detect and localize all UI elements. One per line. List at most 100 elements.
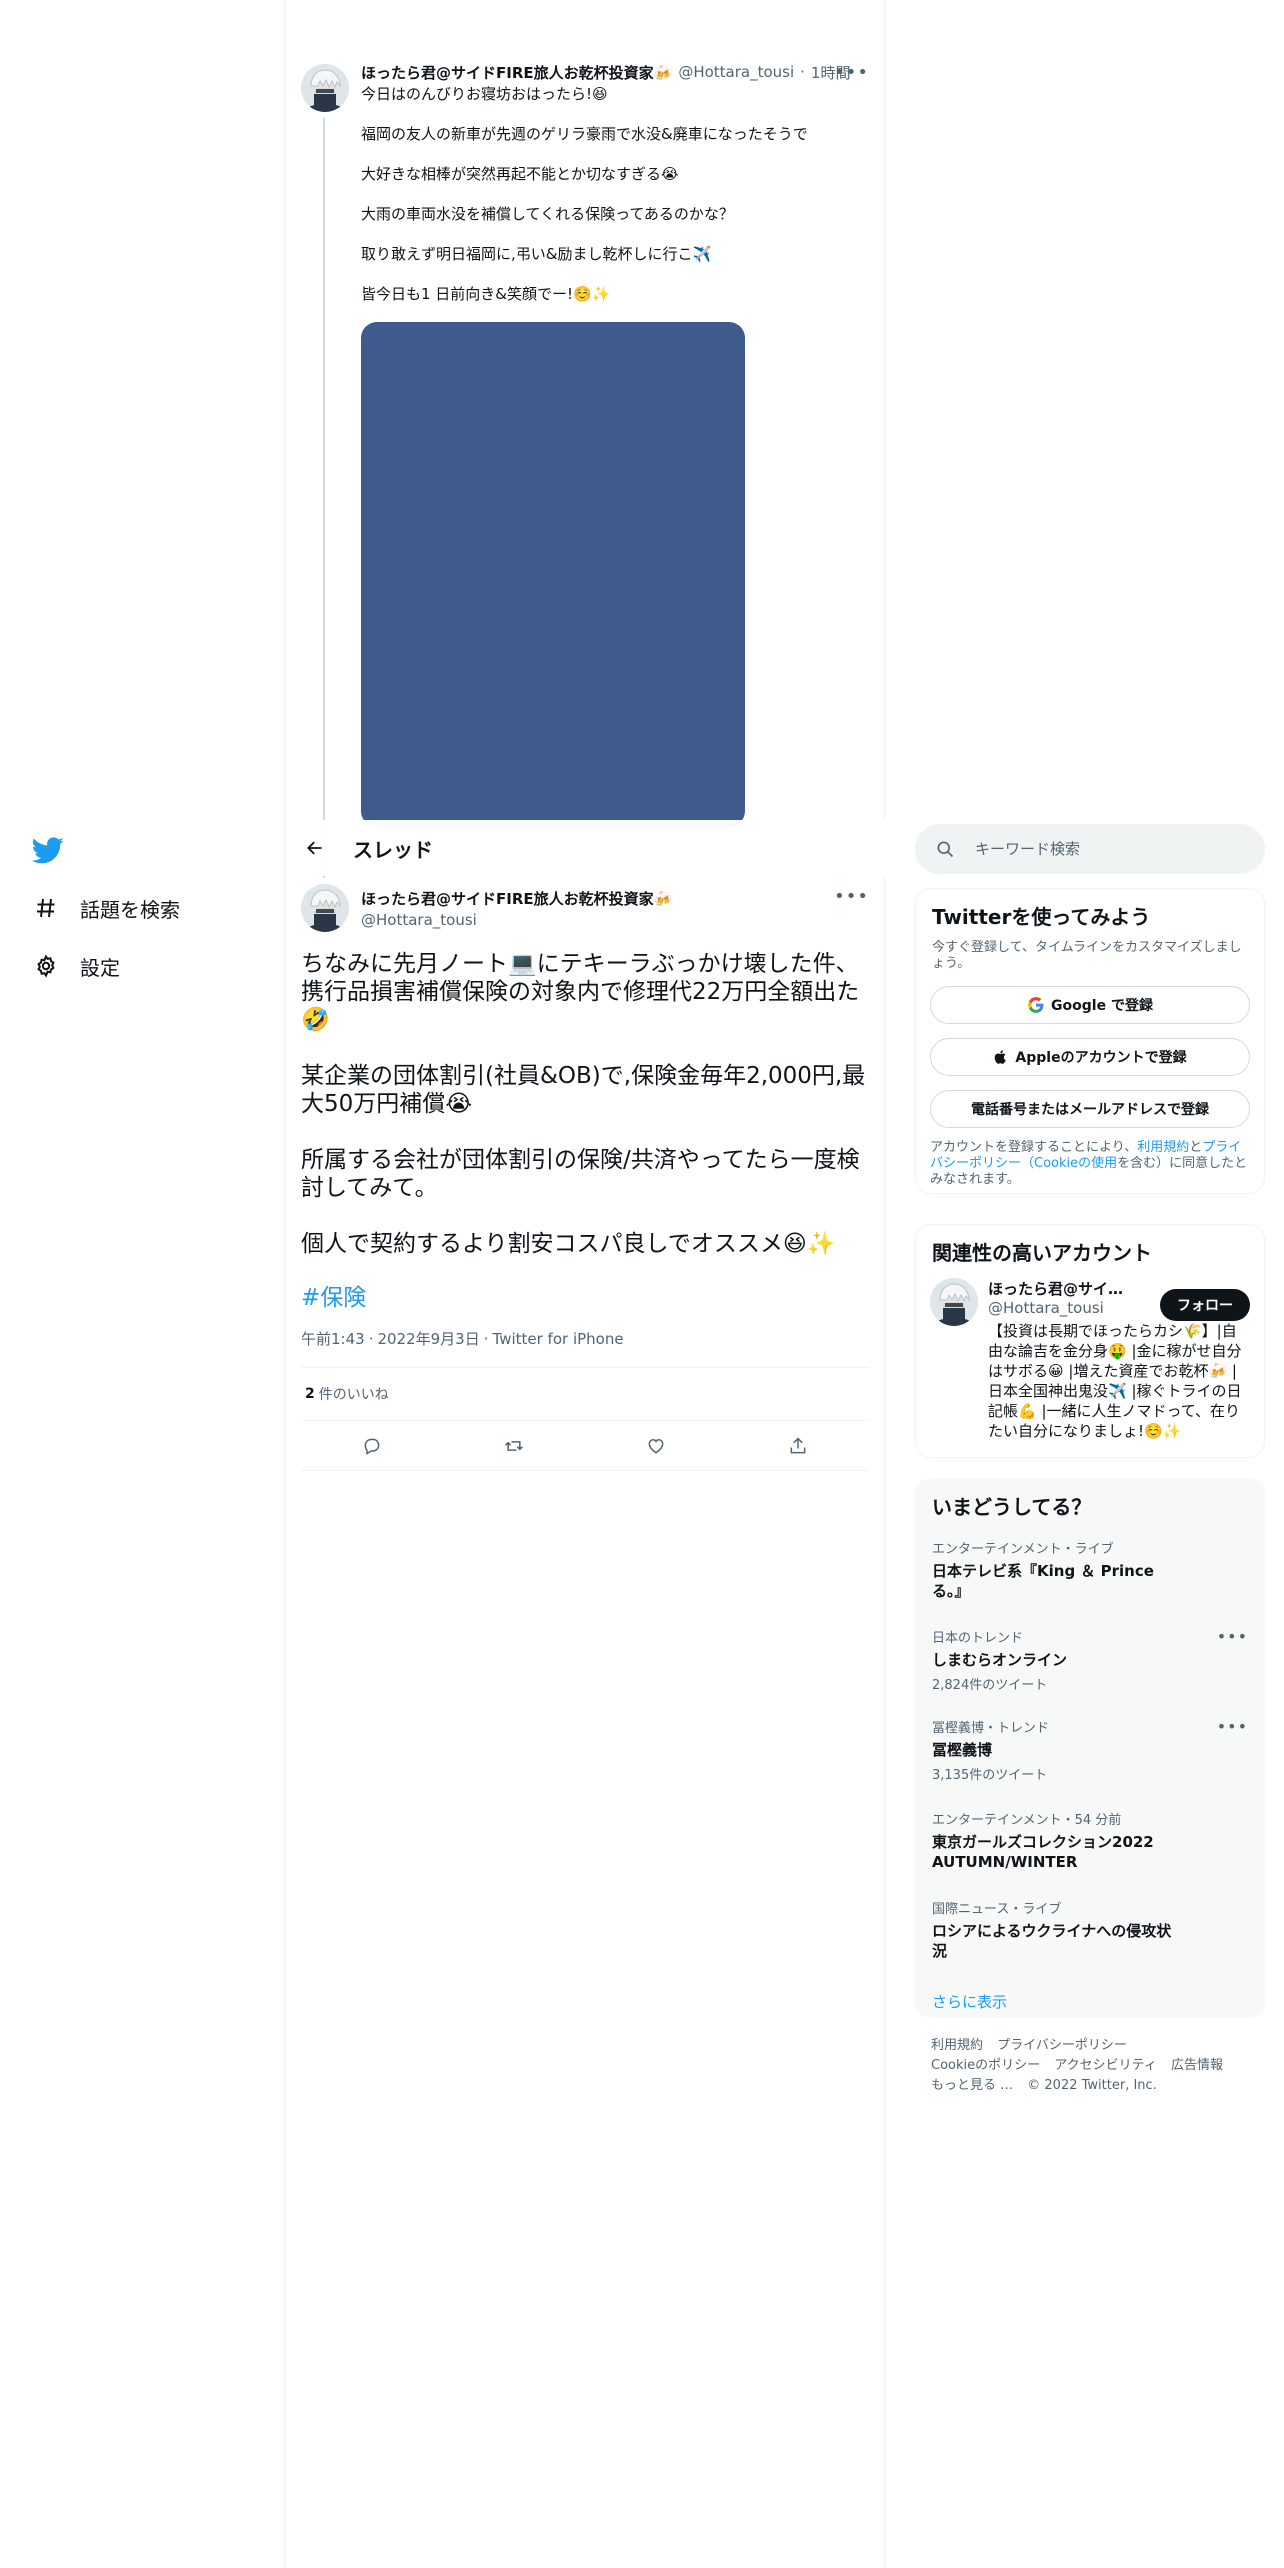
trend-count: 2,824件のツイート <box>932 1678 1048 1693</box>
related-title: 関連性の高いアカウント <box>932 1241 1152 1265</box>
account-bio: 【投資は長期でほったらカシ🌾】|自由な論吉を金分身🤑 |金に稼がせ自分はサボる😀… <box>988 1322 1242 1440</box>
like-heart-icon[interactable] <box>638 1428 674 1464</box>
likes-label: 件のいいね <box>318 1387 389 1403</box>
tweet-line: 取り敢えず明日福岡に,弔い&励まし乾杯しに行こ✈️ <box>361 245 712 263</box>
tweet-time[interactable]: 午前1:43 <box>301 1330 365 1348</box>
google-signup-button[interactable]: Google で登録 <box>930 986 1250 1024</box>
more-options-icon[interactable]: ••• <box>834 886 869 907</box>
trends-title: いまどうしてる？ <box>932 1495 1092 1519</box>
trend-title: 東京ガールズコレクション2022 AUTUMN/WINTER <box>932 1833 1154 1871</box>
footer-link[interactable]: もっと見る … <box>931 2076 1013 2096</box>
hashtag-link[interactable]: #保険 <box>301 1284 869 1312</box>
apple-signup-label: Appleのアカウントで登録 <box>1015 1050 1187 1066</box>
signup-subtitle: 今すぐ登録して、タイムラインをカスタマイズしましょう。 <box>932 940 1242 971</box>
tweet-meta: 午前1:43 · 2022年9月3日 · Twitter for iPhone <box>301 1330 624 1348</box>
nav-settings[interactable]: 設定 <box>32 944 120 988</box>
separator-dot: · <box>800 63 805 81</box>
avatar[interactable] <box>301 884 349 932</box>
nav-settings-label: 設定 <box>80 955 120 980</box>
trend-item[interactable]: エンターテインメント・54 分前 東京ガールズコレクション2022 AUTUMN… <box>916 1809 1264 1872</box>
tweet-text: ちなみに先月ノート💻にテキーラぶっかけ壊した件、携行品損害補償保険の対象内で修理… <box>301 950 869 1258</box>
tweet-paragraph: ちなみに先月ノート💻にテキーラぶっかけ壊した件、携行品損害補償保険の対象内で修理… <box>301 951 860 1033</box>
trend-item[interactable]: エンターテインメント・ライブ 日本テレビ系『King ＆ Prince る。』 <box>916 1538 1264 1601</box>
apple-icon <box>993 1048 1009 1066</box>
signup-title: Twitterを使ってみよう <box>932 905 1151 929</box>
trend-item[interactable]: 冨樫義博・トレンド 冨樫義博 3,135件のツイート ••• <box>916 1717 1264 1783</box>
trend-category: 国際ニュース・ライブ <box>932 1902 1062 1917</box>
footer-links: 利用規約 プライバシーポリシー Cookieのポリシー アクセシビリティ 広告情… <box>931 2036 1251 2096</box>
likes-stat[interactable]: 2 件のいいね <box>301 1367 869 1421</box>
footer-link[interactable]: Cookieのポリシー <box>931 2056 1040 2076</box>
author-name[interactable]: ほったら君@サイドFIRE旅人お乾杯投資家🍻 <box>361 62 672 83</box>
trend-category: エンターテインメント・ライブ <box>932 1542 1114 1557</box>
tweet-text: 今日はのんびりお寝坊おはったら!😆 福岡の友人の新車が先週のゲリラ豪雨で水没&廃… <box>361 84 869 304</box>
left-navigation: 話題を検索 設定 <box>0 0 285 2568</box>
tweet-line: 大雨の車両水没を補償してくれる保険ってあるのかな？ <box>361 205 734 223</box>
trends-card: いまどうしてる？ エンターテインメント・ライブ 日本テレビ系『King ＆ Pr… <box>915 1478 1265 2018</box>
apple-signup-button[interactable]: Appleのアカウントで登録 <box>930 1038 1250 1076</box>
reply-icon[interactable] <box>354 1428 390 1464</box>
parent-tweet[interactable]: ほったら君@サイドFIRE旅人お乾杯投資家🍻 @Hottara_tousi · … <box>285 60 885 878</box>
trend-title: しまむらオンライン <box>932 1651 1068 1669</box>
google-icon <box>1027 996 1045 1014</box>
share-icon[interactable] <box>780 1428 816 1464</box>
thread-line <box>323 118 325 878</box>
author-handle[interactable]: @Hottara_tousi <box>678 63 794 81</box>
trend-item[interactable]: 日本のトレンド しまむらオンライン 2,824件のツイート ••• <box>916 1627 1264 1693</box>
avatar[interactable] <box>930 1278 978 1326</box>
tweet-paragraph: 所属する会社が団体割引の保険/共済やってたら一度検討してみて。 <box>301 1147 860 1201</box>
phone-email-signup-button[interactable]: 電話番号またはメールアドレスで登録 <box>930 1090 1250 1128</box>
trend-title: ロシアによるウクライナへの侵攻状況 <box>932 1922 1172 1960</box>
trend-title: 冨樫義博 <box>932 1741 993 1759</box>
show-more-link[interactable]: さらに表示 <box>916 1991 1264 2012</box>
tweet-source[interactable]: Twitter for iPhone <box>493 1330 624 1348</box>
search-box[interactable] <box>915 824 1265 874</box>
terms-link[interactable]: 利用規約 <box>1137 1140 1189 1155</box>
retweet-icon[interactable] <box>496 1428 532 1464</box>
trend-title: 日本テレビ系『King ＆ Prince る。』 <box>932 1562 1154 1600</box>
nav-explore-label: 話題を検索 <box>80 897 180 922</box>
footer-link[interactable]: 利用規約 <box>931 2036 983 2056</box>
tweet-date[interactable]: 2022年9月3日 <box>377 1330 479 1348</box>
tweet-paragraph: 個人で契約するより割安コスパ良しでオススメ😆✨ <box>301 1231 836 1257</box>
likes-count: 2 <box>305 1386 315 1402</box>
twitter-logo-icon[interactable] <box>31 834 64 866</box>
search-input[interactable] <box>975 840 1235 858</box>
more-options-icon[interactable]: ••• <box>1217 1627 1248 1646</box>
author-handle[interactable]: @Hottara_tousi <box>361 911 672 929</box>
search-icon <box>935 839 955 859</box>
back-arrow-icon[interactable] <box>297 830 333 866</box>
footer-link[interactable]: 広告情報 <box>1171 2056 1223 2076</box>
trend-category: 冨樫義博・トレンド <box>932 1721 1050 1736</box>
thread-header: スレッド <box>285 820 885 876</box>
trend-category: 日本のトレンド <box>932 1631 1024 1646</box>
trend-item[interactable]: 国際ニュース・ライブ ロシアによるウクライナへの侵攻状況 <box>916 1898 1264 1961</box>
signup-card: Twitterを使ってみよう 今すぐ登録して、タイムラインをカスタマイズしましょ… <box>915 888 1265 1194</box>
hashtag-icon <box>32 894 60 922</box>
page-title: スレッド <box>353 837 433 862</box>
signup-legal-text: アカウントを登録することにより、利用規約とプライバシーポリシー（Cookieの使… <box>930 1140 1248 1187</box>
tweet-actions <box>301 1421 869 1471</box>
phone-email-signup-label: 電話番号またはメールアドレスで登録 <box>971 1102 1209 1118</box>
more-options-icon[interactable]: ••• <box>1217 1717 1248 1736</box>
tweet-line: 今日はのんびりお寝坊おはったら!😆 <box>361 85 608 103</box>
tweet-media[interactable] <box>361 322 745 827</box>
footer-link[interactable]: プライバシーポリシー <box>997 2036 1127 2056</box>
avatar[interactable] <box>301 64 349 112</box>
tweet-line: 皆今日も1 日前向き&笑顔でー!☺️✨ <box>361 285 611 303</box>
related-accounts-card: 関連性の高いアカウント ほったら君@サイドFIRE旅人お乾杯投資家🍻 @Hott… <box>915 1224 1265 1458</box>
follow-button[interactable]: フォロー <box>1160 1289 1250 1321</box>
main-column: ほったら君@サイドFIRE旅人お乾杯投資家🍻 @Hottara_tousi · … <box>285 0 885 2568</box>
account-name[interactable]: ほったら君@サイドFIRE旅人お乾杯投資家🍻 <box>988 1278 1138 1299</box>
google-signup-label: Google で登録 <box>1051 998 1153 1014</box>
copyright: © 2022 Twitter, Inc. <box>1027 2078 1157 2093</box>
author-name[interactable]: ほったら君@サイドFIRE旅人お乾杯投資家🍻 <box>361 888 672 909</box>
tweet-paragraph: 某企業の団体割引(社員&OB)で,保険金毎年2,000円,最大50万円補償😭 <box>301 1063 866 1117</box>
more-options-icon[interactable]: ••• <box>834 62 869 83</box>
tweet-line: 福岡の友人の新車が先週のゲリラ豪雨で水没&廃車になったそうで <box>361 125 808 143</box>
tweet-line: 大好きな相棒が突然再起不能とか切なすぎる😭 <box>361 165 679 183</box>
gear-icon <box>32 952 60 980</box>
nav-explore[interactable]: 話題を検索 <box>32 886 180 930</box>
footer-link[interactable]: アクセシビリティ <box>1054 2056 1157 2076</box>
trend-category: エンターテインメント・54 分前 <box>932 1813 1122 1828</box>
